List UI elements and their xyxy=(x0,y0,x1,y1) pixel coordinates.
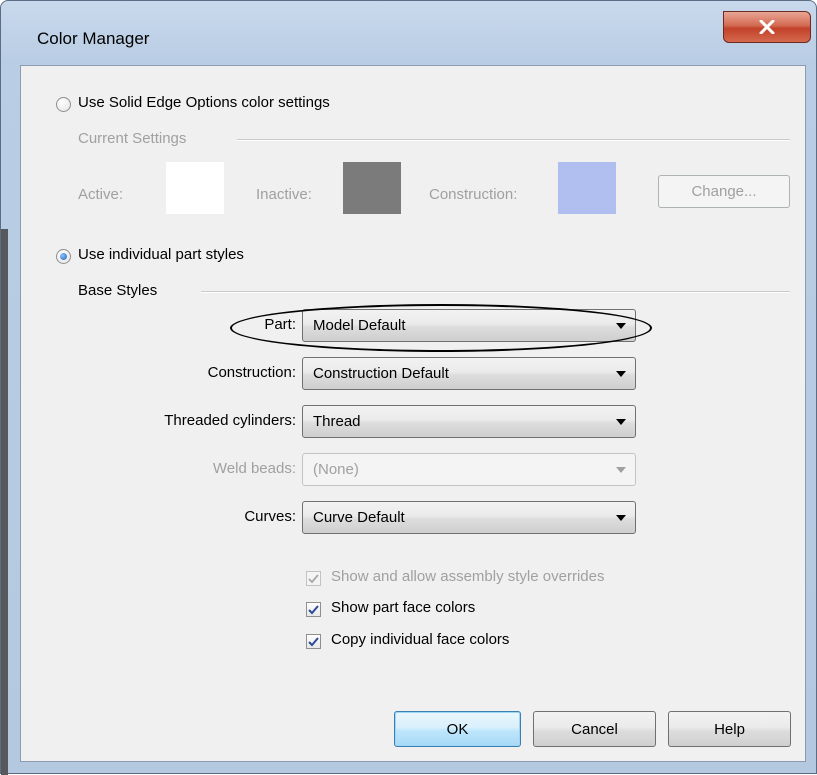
dropdown-arrow-icon xyxy=(616,418,626,425)
close-icon xyxy=(759,20,775,34)
background-window-edge xyxy=(1,229,8,775)
show-face-colors-checkbox[interactable] xyxy=(306,602,321,617)
inactive-label: Inactive: xyxy=(256,186,312,203)
copy-face-colors-checkbox[interactable] xyxy=(306,634,321,649)
dropdown-arrow-icon xyxy=(616,514,626,521)
curves-style-value: Curve Default xyxy=(313,509,405,526)
show-face-colors-label[interactable]: Show part face colors xyxy=(331,599,475,616)
options-color-radio[interactable] xyxy=(56,97,71,112)
construction-label: Construction: xyxy=(429,186,518,203)
dialog-title: Color Manager xyxy=(37,29,150,48)
threaded-cylinders-value: Thread xyxy=(313,413,361,430)
construction-style-dropdown[interactable]: Construction Default xyxy=(302,357,636,390)
threaded-cylinders-label: Threaded cylinders: xyxy=(164,412,296,429)
radio-selected-indicator xyxy=(60,253,67,260)
dropdown-arrow-icon xyxy=(616,370,626,377)
individual-styles-radio-label[interactable]: Use individual part styles xyxy=(78,246,244,263)
base-styles-divider xyxy=(201,291,790,293)
color-manager-dialog: Color Manager Use Solid Edge Options col… xyxy=(0,0,817,775)
weld-beads-dropdown[interactable]: (None) xyxy=(302,453,636,486)
current-settings-divider xyxy=(237,139,790,141)
inactive-color-swatch xyxy=(343,162,401,214)
curves-style-label: Curves: xyxy=(244,508,296,525)
current-settings-group-label: Current Settings xyxy=(78,130,187,147)
highlight-ellipse-annotation xyxy=(230,304,652,352)
options-color-radio-label[interactable]: Use Solid Edge Options color settings xyxy=(78,94,330,111)
checkmark-icon xyxy=(308,573,319,583)
curves-style-dropdown[interactable]: Curve Default xyxy=(302,501,636,534)
construction-style-value: Construction Default xyxy=(313,365,449,382)
close-button[interactable] xyxy=(723,11,811,43)
assembly-overrides-label[interactable]: Show and allow assembly style overrides xyxy=(331,568,604,585)
active-label: Active: xyxy=(78,186,124,203)
weld-beads-label: Weld beads: xyxy=(212,460,296,477)
construction-style-label: Construction: xyxy=(207,364,296,381)
weld-beads-value: (None) xyxy=(313,461,359,478)
construction-color-swatch xyxy=(558,162,616,214)
active-color-swatch xyxy=(166,162,224,214)
ok-button[interactable]: OK xyxy=(394,711,521,747)
dropdown-arrow-icon xyxy=(616,466,626,473)
dialog-client-area: Use Solid Edge Options color settings Cu… xyxy=(20,65,806,762)
copy-face-colors-label[interactable]: Copy individual face colors xyxy=(331,631,509,648)
cancel-button[interactable]: Cancel xyxy=(533,711,656,747)
base-styles-group-label: Base Styles xyxy=(78,282,158,299)
assembly-overrides-checkbox[interactable] xyxy=(306,571,321,586)
checkmark-icon xyxy=(308,604,319,614)
help-button[interactable]: Help xyxy=(668,711,791,747)
individual-styles-radio[interactable] xyxy=(56,249,71,264)
change-button[interactable]: Change... xyxy=(658,175,790,208)
checkmark-icon xyxy=(308,636,319,646)
threaded-cylinders-dropdown[interactable]: Thread xyxy=(302,405,636,438)
